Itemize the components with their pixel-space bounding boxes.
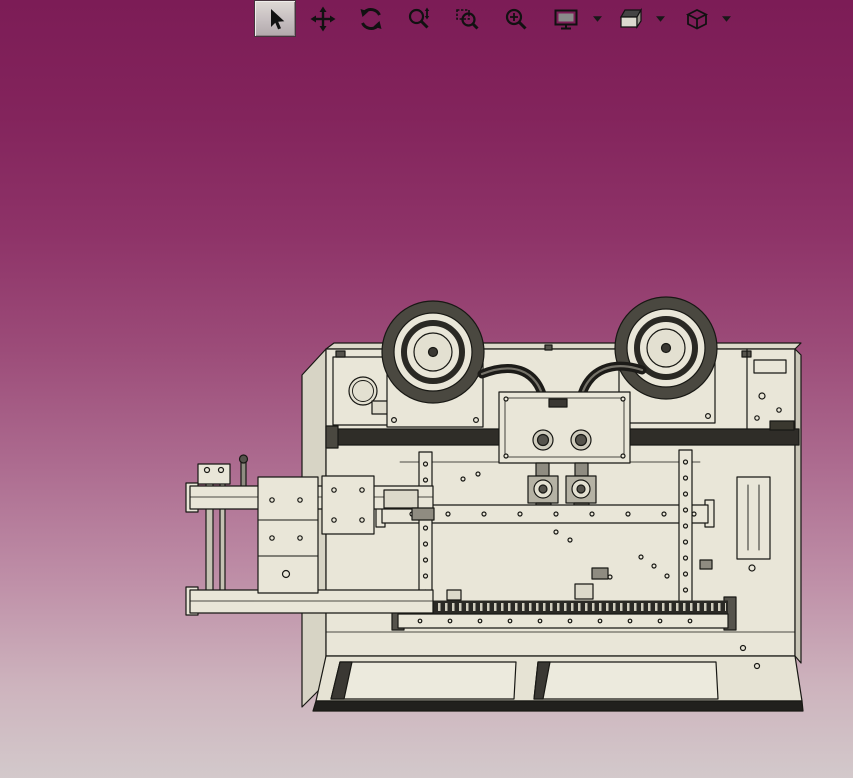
- left-fan-housing[interactable]: [381, 300, 485, 404]
- chevron-down-icon: [592, 15, 602, 22]
- app-window: [0, 0, 853, 778]
- monitor-icon: [554, 9, 578, 29]
- toolbar: [0, 0, 853, 38]
- pan-arrows-icon: [310, 6, 336, 31]
- magnifier-area-icon: [456, 8, 479, 30]
- display-mode-button[interactable]: [546, 0, 586, 37]
- chevron-down-icon: [655, 15, 665, 22]
- chevron-down-icon: [721, 15, 731, 22]
- display-mode-dropdown[interactable]: [590, 0, 604, 37]
- cursor-icon: [271, 8, 285, 29]
- zoom-fit-tool-button[interactable]: [496, 0, 536, 37]
- rotate-arrows-icon: [360, 7, 382, 30]
- select-tool-button[interactable]: [254, 0, 296, 37]
- view-orientation-button[interactable]: [677, 0, 717, 37]
- render-style-button[interactable]: [611, 0, 651, 37]
- 3d-viewport[interactable]: [0, 0, 853, 778]
- view-orientation-dropdown[interactable]: [719, 0, 733, 37]
- zoom-tool-button[interactable]: [399, 0, 439, 37]
- magnifier-plus-icon: [505, 8, 527, 30]
- pan-tool-button[interactable]: [303, 0, 343, 37]
- vertical-guide-left[interactable]: [418, 451, 433, 605]
- rotate-tool-button[interactable]: [351, 0, 391, 37]
- render-style-dropdown[interactable]: [653, 0, 667, 37]
- machine-3d-model[interactable]: [0, 0, 853, 778]
- zoom-area-tool-button[interactable]: [447, 0, 487, 37]
- cube-icon: [685, 8, 709, 30]
- right-fan-housing[interactable]: [614, 296, 718, 400]
- vertical-guide-right[interactable]: [678, 449, 693, 603]
- magnifier-updown-icon: [408, 7, 430, 29]
- sheet-icon: [619, 7, 643, 29]
